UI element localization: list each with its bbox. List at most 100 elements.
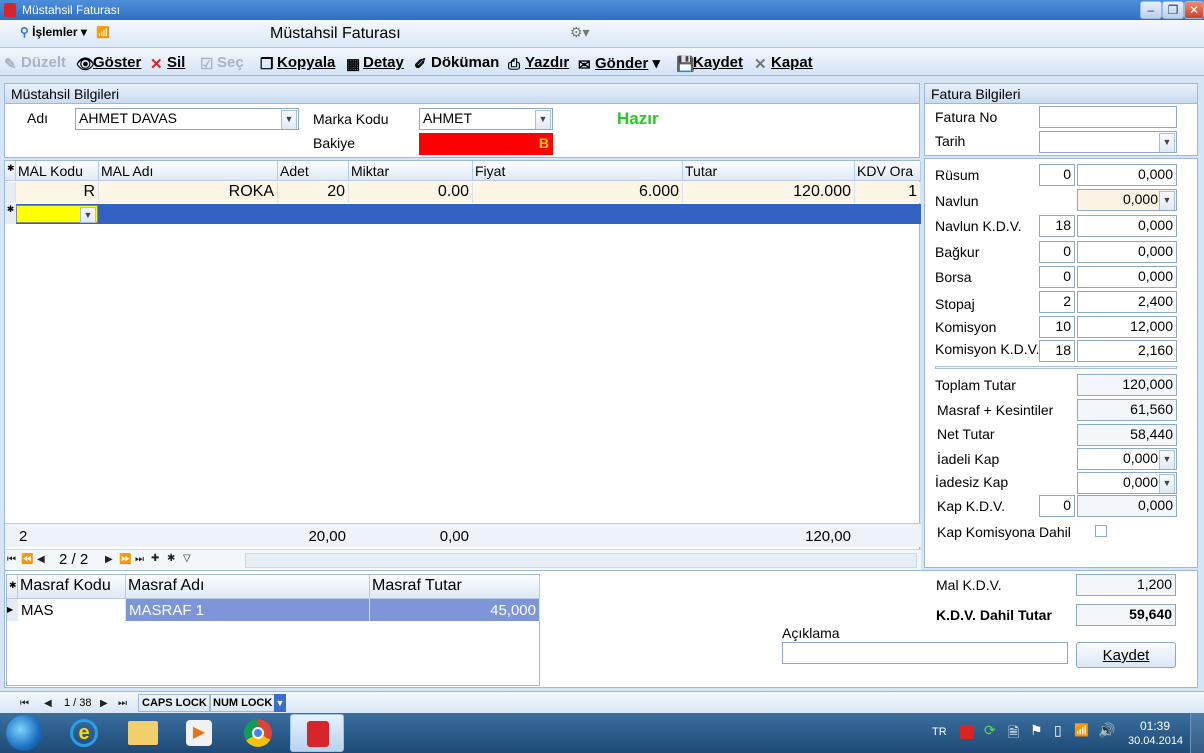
save-button[interactable]: 💾Kaydet xyxy=(676,54,743,73)
container-commission-checkbox[interactable] xyxy=(1095,525,1107,537)
chevron-down-icon[interactable]: ▼ xyxy=(1159,450,1175,469)
cell-adet[interactable]: 20 xyxy=(278,182,349,203)
nav-add-icon[interactable]: ✚ xyxy=(151,553,159,564)
cell-mal-adi[interactable]: ROKA xyxy=(99,182,278,203)
name-combo[interactable]: AHMET DAVAS ▼ xyxy=(75,108,299,130)
col-kdv-ora[interactable]: KDV Ora xyxy=(855,161,921,181)
cell-fiyat[interactable]: 6.000 xyxy=(473,182,683,203)
tray-volume-icon[interactable]: 🔊 xyxy=(1098,722,1115,739)
col-adet[interactable]: Adet xyxy=(278,161,349,181)
col-mal-adi[interactable]: MAL Adı xyxy=(99,161,278,181)
komisyon-kdv-rate[interactable]: 18 xyxy=(1039,340,1075,362)
record-last-icon[interactable]: ⏭ xyxy=(118,698,127,709)
col-miktar[interactable]: Miktar xyxy=(349,161,473,181)
tray-network-icon[interactable]: 📶 xyxy=(1074,723,1089,737)
borsa-value[interactable]: 0,000 xyxy=(1077,266,1177,288)
cell-tutar[interactable]: 120.000 xyxy=(683,182,855,203)
internet-explorer-icon[interactable]: e xyxy=(70,719,98,747)
chevron-down-icon[interactable]: ▼ xyxy=(281,110,297,129)
delete-button[interactable]: ✕ Sil xyxy=(150,54,185,73)
start-button-icon[interactable] xyxy=(6,715,42,751)
active-app-icon[interactable] xyxy=(290,714,344,752)
nav-next-page-icon[interactable]: ⏩ xyxy=(119,554,131,565)
close-button[interactable]: ✕ Kapat xyxy=(754,54,813,73)
col-masraf-tutar[interactable]: Masraf Tutar xyxy=(370,575,540,599)
statusbar-menu-chevron-icon[interactable]: ▼ xyxy=(274,694,286,712)
show-button[interactable]: 👁Göster xyxy=(76,54,141,73)
tray-battery-icon[interactable]: ▯ xyxy=(1054,722,1062,739)
record-prev-icon[interactable]: ◀ xyxy=(44,698,52,709)
nav-next-icon[interactable]: ▶ xyxy=(105,554,113,565)
settings-gear-icon[interactable]: ⚙▾ xyxy=(570,24,590,41)
komisyon-rate[interactable]: 10 xyxy=(1039,316,1075,338)
chevron-down-icon[interactable]: ▼ xyxy=(1159,474,1175,493)
col-masraf-kodu[interactable]: Masraf Kodu xyxy=(18,575,126,599)
horizontal-scrollbar[interactable] xyxy=(245,553,917,568)
copy-button[interactable]: ❐ Kopyala xyxy=(260,54,335,73)
select-button[interactable]: ☑ Seç xyxy=(200,54,244,73)
nav-prev-page-icon[interactable]: ⏪ xyxy=(21,554,33,565)
cell-mal-kodu[interactable]: R xyxy=(16,182,99,203)
document-button[interactable]: ✐ Döküman xyxy=(414,54,499,73)
file-explorer-icon[interactable] xyxy=(128,721,158,745)
nonreturnable-combo[interactable]: 0,000 ▼ xyxy=(1077,472,1177,494)
table-row[interactable]: ▶ MAS MASRAF 1 45,000 xyxy=(7,599,540,621)
rusum-rate[interactable]: 0 xyxy=(1039,164,1075,186)
tray-app-icon[interactable] xyxy=(960,725,974,739)
restore-icon[interactable]: ❐ xyxy=(1162,1,1184,19)
navlun-kdv-rate[interactable]: 18 xyxy=(1039,215,1075,237)
col-masraf-adi[interactable]: Masraf Adı xyxy=(126,575,370,599)
tray-flag-icon[interactable]: ⚑ xyxy=(1030,722,1043,739)
minimize-icon[interactable]: – xyxy=(1140,1,1162,19)
bagkur-value[interactable]: 0,000 xyxy=(1077,241,1177,263)
brand-combo[interactable]: AHMET ▼ xyxy=(419,108,553,130)
close-icon[interactable]: ✕ xyxy=(1184,1,1204,19)
navlun-kdv-value[interactable]: 0,000 xyxy=(1077,215,1177,237)
rusum-value[interactable]: 0,000 xyxy=(1077,164,1177,186)
signal-icon[interactable]: 📶 xyxy=(96,26,110,39)
chevron-down-icon[interactable]: ▼ xyxy=(1159,133,1175,152)
stopaj-rate[interactable]: 2 xyxy=(1039,291,1075,313)
table-row[interactable]: R ROKA 20 0.00 6.000 120.000 1 xyxy=(5,182,921,203)
edit-button[interactable]: ✎ Düzelt xyxy=(4,54,66,73)
nav-last-icon[interactable]: ⏭ xyxy=(135,554,144,565)
tray-sync-icon[interactable]: ⟳ xyxy=(984,722,996,739)
clock-time[interactable]: 01:39 xyxy=(1140,719,1170,733)
chevron-down-icon[interactable]: ▼ xyxy=(80,207,96,223)
komisyon-kdv-value[interactable]: 2,160 xyxy=(1077,340,1177,362)
record-next-icon[interactable]: ▶ xyxy=(100,698,108,709)
nav-asterisk-icon[interactable]: ✱ xyxy=(167,553,175,564)
komisyon-value[interactable]: 12,000 xyxy=(1077,316,1177,338)
expense-name[interactable]: MASRAF 1 xyxy=(126,599,370,621)
new-row-code-combo[interactable]: ▼ xyxy=(16,205,98,223)
clock-date[interactable]: 30.04.2014 xyxy=(1128,735,1183,747)
chevron-down-icon[interactable]: ▼ xyxy=(1159,191,1175,210)
cell-miktar[interactable]: 0.00 xyxy=(349,182,473,203)
print-button[interactable]: ⎙ Yazdır xyxy=(508,54,569,73)
stopaj-value[interactable]: 2,400 xyxy=(1077,291,1177,313)
note-save-button[interactable]: Kaydet xyxy=(1076,642,1176,668)
chrome-icon[interactable] xyxy=(244,719,272,747)
note-input[interactable] xyxy=(782,642,1068,664)
bagkur-rate[interactable]: 0 xyxy=(1039,241,1075,263)
returnable-combo[interactable]: 0,000 ▼ xyxy=(1077,448,1177,470)
col-fiyat[interactable]: Fiyat xyxy=(473,161,683,181)
navlun-combo[interactable]: 0,000 ▼ xyxy=(1077,189,1177,211)
chevron-down-icon[interactable]: ▼ xyxy=(535,110,551,129)
col-tutar[interactable]: Tutar xyxy=(683,161,855,181)
expense-code[interactable]: MAS xyxy=(18,599,126,621)
menu-islemler[interactable]: ⚲ İşlemler ▾ xyxy=(20,25,87,39)
date-combo[interactable]: ▼ xyxy=(1039,131,1177,153)
new-row[interactable]: ✱ ▼ xyxy=(5,204,921,224)
borsa-rate[interactable]: 0 xyxy=(1039,266,1075,288)
media-player-icon[interactable]: ▶ xyxy=(186,720,212,746)
send-button[interactable]: ✉ Gönder ▾ xyxy=(578,54,660,74)
detail-button[interactable]: ▦ Detay xyxy=(346,54,404,73)
cell-kdv[interactable]: 1 xyxy=(855,182,921,203)
tray-document-icon[interactable]: 🗎 xyxy=(1008,722,1019,746)
language-indicator[interactable]: TR xyxy=(932,726,947,738)
col-mal-kodu[interactable]: MAL Kodu xyxy=(16,161,99,181)
nav-first-icon[interactable]: ⏮ xyxy=(7,554,16,565)
nav-prev-icon[interactable]: ◀ xyxy=(37,554,45,565)
expense-amount[interactable]: 45,000 xyxy=(370,599,540,621)
